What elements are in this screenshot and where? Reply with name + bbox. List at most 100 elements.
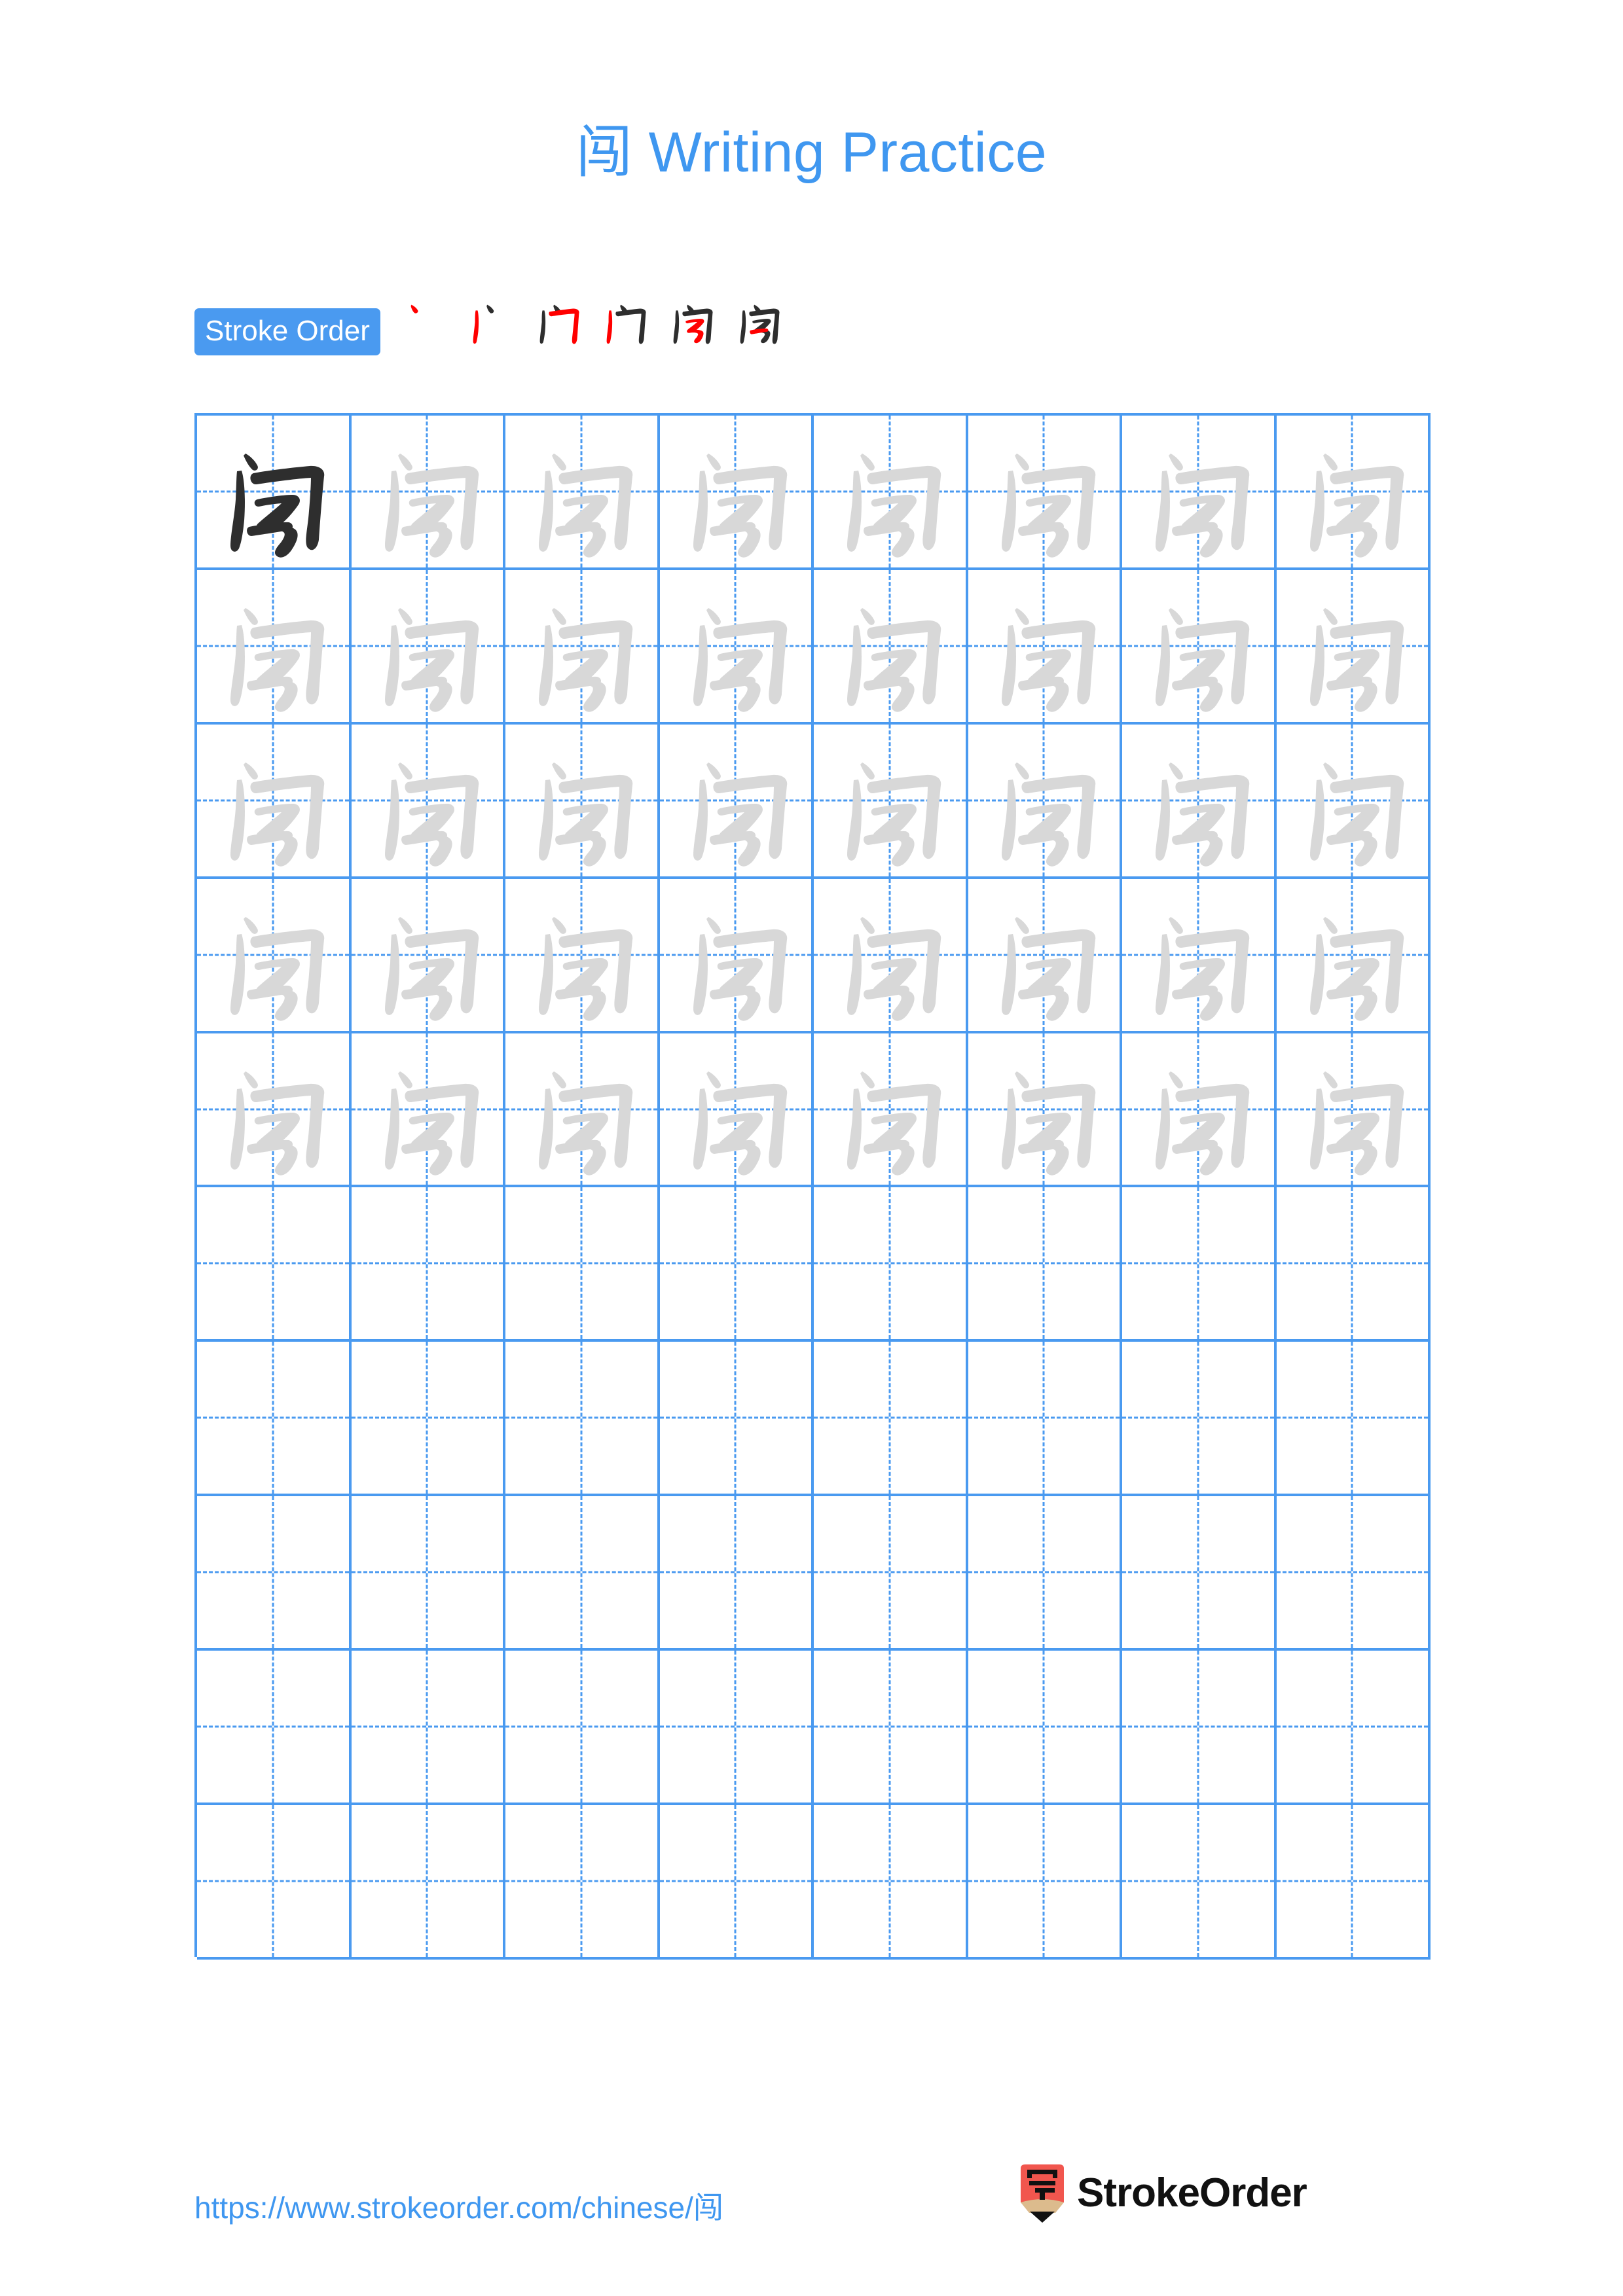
practice-cell-trace[interactable] (1276, 1033, 1431, 1188)
character-glyph-trace (968, 725, 1120, 876)
practice-cell-trace[interactable] (351, 569, 505, 725)
practice-cell-trace[interactable] (1122, 416, 1277, 570)
practice-cell-blank[interactable] (505, 1805, 660, 1960)
practice-cell-trace[interactable] (968, 878, 1122, 1033)
practice-cell-blank[interactable] (197, 1187, 352, 1342)
practice-cell-trace[interactable] (659, 878, 814, 1033)
practice-cell-trace[interactable] (968, 1033, 1122, 1188)
practice-cell-trace[interactable] (351, 878, 505, 1033)
practice-cell-trace[interactable] (814, 1033, 968, 1188)
practice-cell-blank[interactable] (197, 1342, 352, 1497)
practice-cell-trace[interactable] (351, 416, 505, 570)
practice-cell-blank[interactable] (1276, 1805, 1431, 1960)
character-glyph-trace (1277, 725, 1429, 876)
character-glyph-trace (1277, 879, 1429, 1031)
practice-cell-blank[interactable] (814, 1651, 968, 1806)
practice-cell-blank[interactable] (351, 1187, 505, 1342)
practice-cell-blank[interactable] (197, 1651, 352, 1806)
practice-cell-blank[interactable] (1122, 1651, 1277, 1806)
practice-cell-blank[interactable] (197, 1496, 352, 1651)
character-glyph-trace (197, 1033, 349, 1185)
practice-cell-trace[interactable] (659, 724, 814, 879)
practice-cell-trace[interactable] (659, 416, 814, 570)
practice-cell-blank[interactable] (351, 1342, 505, 1497)
practice-cell-blank[interactable] (197, 1805, 352, 1960)
practice-cell-trace[interactable] (505, 416, 660, 570)
practice-cell-blank[interactable] (968, 1805, 1122, 1960)
practice-grid-row (197, 569, 1431, 725)
practice-cell-blank[interactable] (1122, 1496, 1277, 1651)
practice-cell-trace[interactable] (968, 416, 1122, 570)
practice-cell-trace[interactable] (197, 1033, 352, 1188)
practice-cell-trace[interactable] (505, 724, 660, 879)
practice-cell-blank[interactable] (968, 1187, 1122, 1342)
practice-cell-trace[interactable] (814, 724, 968, 879)
practice-cell-trace[interactable] (505, 878, 660, 1033)
practice-cell-trace[interactable] (197, 878, 352, 1033)
practice-cell-trace[interactable] (1276, 569, 1431, 725)
practice-cell-blank[interactable] (814, 1342, 968, 1497)
practice-cell-blank[interactable] (505, 1651, 660, 1806)
page-title: 闯 Writing Practice (575, 121, 1048, 184)
practice-grid-row (197, 1805, 1431, 1960)
practice-cell-trace[interactable] (505, 569, 660, 725)
practice-cell-blank[interactable] (505, 1187, 660, 1342)
practice-cell-blank[interactable] (1276, 1651, 1431, 1806)
practice-cell-trace[interactable] (1122, 1033, 1277, 1188)
practice-cell-trace[interactable] (814, 878, 968, 1033)
practice-cell-blank[interactable] (505, 1496, 660, 1651)
practice-cell-trace[interactable] (814, 416, 968, 570)
practice-cell-trace[interactable] (659, 1033, 814, 1188)
practice-cell-trace[interactable] (814, 569, 968, 725)
brand-name: StrokeOrder (1077, 2170, 1307, 2215)
practice-grid-row (197, 1187, 1431, 1342)
practice-cell-trace[interactable] (1276, 416, 1431, 570)
practice-cell-blank[interactable] (814, 1496, 968, 1651)
practice-cell-blank[interactable] (505, 1342, 660, 1497)
practice-cell-blank[interactable] (968, 1651, 1122, 1806)
practice-cell-blank[interactable] (659, 1187, 814, 1342)
footer-url[interactable]: https://www.strokeorder.com/chinese/闯 (194, 2184, 723, 2227)
character-glyph-trace (197, 879, 349, 1031)
practice-cell-blank[interactable] (351, 1651, 505, 1806)
brand-logo-group[interactable]: StrokeOrder (1018, 2164, 1307, 2223)
practice-cell-blank[interactable] (659, 1805, 814, 1960)
practice-cell-blank[interactable] (814, 1187, 968, 1342)
character-glyph-trace (660, 879, 812, 1031)
practice-cell-trace[interactable] (197, 724, 352, 879)
practice-cell-blank[interactable] (659, 1651, 814, 1806)
practice-cell-blank[interactable] (1122, 1342, 1277, 1497)
practice-cell-blank[interactable] (1122, 1805, 1277, 1960)
practice-cell-blank[interactable] (1122, 1187, 1277, 1342)
practice-cell-blank[interactable] (351, 1496, 505, 1651)
practice-cell-blank[interactable] (968, 1496, 1122, 1651)
character-glyph-trace (1277, 1033, 1429, 1185)
practice-cell-trace[interactable] (197, 569, 352, 725)
practice-cell-model[interactable] (197, 416, 352, 570)
practice-grid (194, 413, 1431, 1960)
character-glyph-trace (505, 570, 657, 722)
practice-cell-trace[interactable] (1276, 724, 1431, 879)
practice-cell-trace[interactable] (659, 569, 814, 725)
practice-cell-blank[interactable] (659, 1496, 814, 1651)
stroke-step-5 (662, 300, 726, 364)
practice-cell-blank[interactable] (659, 1342, 814, 1497)
character-glyph-trace (1122, 1033, 1274, 1185)
character-glyph-trace (505, 416, 657, 567)
practice-cell-trace[interactable] (968, 724, 1122, 879)
practice-cell-blank[interactable] (351, 1805, 505, 1960)
practice-cell-blank[interactable] (1276, 1496, 1431, 1651)
practice-cell-trace[interactable] (968, 569, 1122, 725)
practice-cell-blank[interactable] (814, 1805, 968, 1960)
character-glyph-trace (814, 1033, 966, 1185)
practice-cell-trace[interactable] (1122, 878, 1277, 1033)
practice-cell-blank[interactable] (968, 1342, 1122, 1497)
practice-cell-trace[interactable] (1276, 878, 1431, 1033)
practice-cell-trace[interactable] (351, 724, 505, 879)
practice-cell-trace[interactable] (1122, 724, 1277, 879)
practice-cell-trace[interactable] (351, 1033, 505, 1188)
practice-cell-trace[interactable] (1122, 569, 1277, 725)
practice-cell-blank[interactable] (1276, 1187, 1431, 1342)
practice-cell-trace[interactable] (505, 1033, 660, 1188)
practice-cell-blank[interactable] (1276, 1342, 1431, 1497)
